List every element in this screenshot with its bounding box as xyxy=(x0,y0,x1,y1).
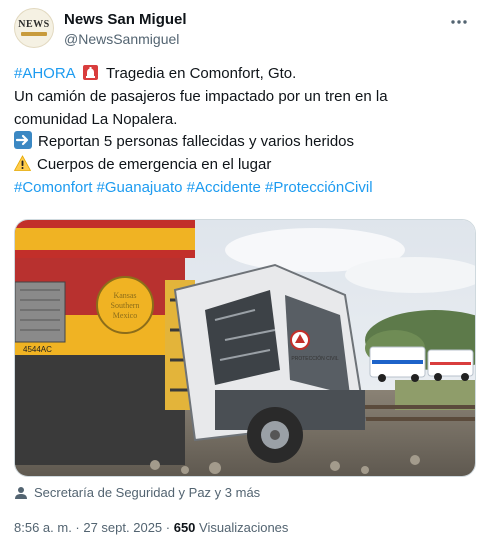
tweet-line-5-text: Cuerpos de emergencia en el lugar xyxy=(37,156,272,174)
hashtag-proteccion-civil[interactable]: #ProtecciónCivil xyxy=(265,179,373,196)
locomotive-label-1: Kansas xyxy=(113,291,136,300)
tweet-line-4: Reportan 5 personas fallecidas y varios … xyxy=(14,131,471,154)
right-arrow-icon xyxy=(14,131,32,150)
handle[interactable]: @NewsSanmiguel xyxy=(64,30,187,49)
tagged-people[interactable]: Secretaría de Seguridad y Paz y 3 más xyxy=(14,485,260,500)
avatar-logo-bar xyxy=(21,32,47,36)
tweet-meta: 8:56 a. m. · 27 sept. 2025 · 650 Visuali… xyxy=(14,520,288,535)
author-block: News San Miguel @NewsSanmiguel xyxy=(64,10,187,49)
locomotive: Kansas Southern Mexico 4544AC xyxy=(15,220,195,465)
hashtag-ahora[interactable]: #AHORA xyxy=(14,65,75,82)
avatar[interactable]: NEWS xyxy=(14,8,54,48)
person-icon xyxy=(15,486,27,499)
bus-emblem: PROTECCIÓN CIVIL xyxy=(291,355,338,362)
ambulance-1 xyxy=(369,346,426,382)
views-label: Visualizaciones xyxy=(199,520,289,535)
tweet-text: #AHORA Tragedia en Comonfort, Gto. Un ca… xyxy=(13,63,471,200)
more-dots xyxy=(451,20,467,24)
tweet-line-1-text: Tragedia en Comonfort, Gto. xyxy=(105,65,297,82)
locomotive-label-3: Mexico xyxy=(113,311,137,320)
more-options-icon[interactable] xyxy=(447,12,471,32)
hashtag-accidente[interactable]: #Accidente xyxy=(187,179,261,196)
locomotive-label-2: Southern xyxy=(111,301,140,310)
ambulance-2 xyxy=(427,349,474,381)
tweet-card: NEWS News San Miguel @NewsSanmiguel #AHO… xyxy=(0,0,485,543)
tweet-line-3: comunidad La Nopalera. xyxy=(14,110,178,128)
display-name[interactable]: News San Miguel xyxy=(64,10,187,29)
tagged-text: Secretaría de Seguridad y Paz y 3 más xyxy=(34,485,261,500)
tweet-line-4-text: Reportan 5 personas fallecidas y varios … xyxy=(38,133,355,151)
views-count: 650 xyxy=(173,520,196,535)
rotating-light-icon xyxy=(83,65,99,80)
accident-photo: Kansas Southern Mexico 4544AC PROTECCIÓN… xyxy=(15,220,475,476)
tweet-line-2: Un camión de pasajeros fue impactado por… xyxy=(14,87,388,105)
warning-icon xyxy=(13,155,32,172)
hashtag-comonfort[interactable]: #Comonfort xyxy=(14,179,92,196)
unit-number: 4544AC xyxy=(23,345,52,354)
tweet-media-photo[interactable]: Kansas Southern Mexico 4544AC PROTECCIÓN… xyxy=(14,219,476,477)
tweet-header: NEWS News San Miguel @NewsSanmiguel xyxy=(14,8,471,52)
tweet-line-1: #AHORA Tragedia en Comonfort, Gto. xyxy=(14,63,471,86)
timestamp[interactable]: 8:56 a. m. · 27 sept. 2025 · xyxy=(14,520,170,535)
hashtag-guanajuato[interactable]: #Guanajuato xyxy=(97,179,183,196)
avatar-logo-text: NEWS xyxy=(18,19,50,30)
tweet-hashtags: #Comonfort #Guanajuato #Accidente #Prote… xyxy=(14,177,471,200)
tweet-line-5: Cuerpos de emergencia en el lugar xyxy=(13,154,471,177)
